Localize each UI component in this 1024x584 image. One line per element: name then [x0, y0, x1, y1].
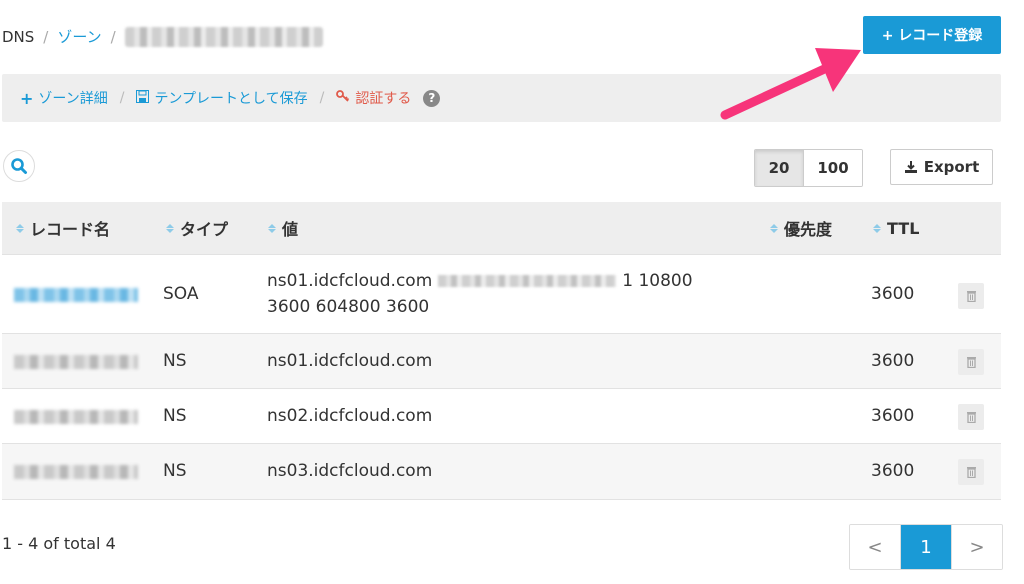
- header-type-label: タイプ: [180, 220, 229, 239]
- record-value: ns01.idcfcloud.com 1 10800 3600 604800 36…: [267, 268, 747, 320]
- table-row: NS ns01.idcfcloud.com 3600: [2, 333, 1001, 389]
- record-type: NS: [163, 351, 187, 371]
- record-ttl: 3600: [871, 351, 915, 371]
- pagination-summary: 1 - 4 of total 4: [2, 534, 116, 553]
- record-ttl: 3600: [871, 284, 915, 304]
- plus-icon: +: [20, 88, 34, 108]
- zone-detail-label: ゾーン詳細: [38, 91, 108, 107]
- record-value-part: 3600 604800 3600: [267, 297, 430, 317]
- record-type: SOA: [163, 284, 199, 304]
- breadcrumb-zone[interactable]: ゾーン: [57, 26, 101, 47]
- sort-icon: [873, 223, 881, 233]
- header-record-name[interactable]: レコード名: [16, 202, 110, 254]
- delete-record-button[interactable]: [958, 404, 984, 430]
- header-record-name-label: レコード名: [30, 220, 111, 239]
- header-value[interactable]: 値: [268, 202, 298, 254]
- header-priority-label: 優先度: [784, 220, 833, 239]
- table-row: SOA ns01.idcfcloud.com 1 10800 3600 60480…: [2, 254, 1001, 334]
- record-name-redacted[interactable]: [14, 465, 138, 479]
- record-name-redacted[interactable]: [14, 288, 138, 302]
- next-page-button[interactable]: >: [951, 525, 1002, 569]
- record-value-redacted: [438, 275, 617, 287]
- sort-icon: [16, 223, 24, 233]
- page-size-toggle: 20 100: [754, 149, 863, 187]
- add-record-button[interactable]: + レコード登録: [863, 16, 1001, 54]
- floppy-icon: [136, 89, 150, 107]
- header-type[interactable]: タイプ: [166, 202, 228, 254]
- header-ttl[interactable]: TTL: [873, 202, 919, 254]
- authenticate-link[interactable]: 認証する: [336, 88, 411, 108]
- trash-icon: [966, 467, 976, 478]
- delete-record-button[interactable]: [958, 283, 984, 309]
- delete-record-button[interactable]: [958, 349, 984, 375]
- export-label: Export: [923, 158, 980, 176]
- annotation-arrow-icon: [720, 48, 861, 120]
- sort-icon: [770, 223, 778, 233]
- action-separator: /: [319, 90, 325, 106]
- record-ttl: 3600: [871, 406, 915, 426]
- trash-icon: [966, 291, 976, 302]
- key-icon: [336, 89, 350, 107]
- breadcrumb-zone-name-redacted: [124, 26, 323, 47]
- page-size-20[interactable]: 20: [755, 150, 804, 186]
- action-separator: /: [119, 90, 125, 106]
- record-value-part: ns01.idcfcloud.com: [267, 271, 433, 291]
- table-header: レコード名 タイプ 値 優先度 TTL: [2, 202, 1001, 254]
- delete-record-button[interactable]: [958, 459, 984, 485]
- header-value-label: 値: [282, 220, 299, 239]
- record-value: ns03.idcfcloud.com: [267, 461, 433, 481]
- help-icon[interactable]: ?: [423, 89, 441, 107]
- breadcrumb-separator: /: [43, 27, 49, 46]
- table-row: NS ns02.idcfcloud.com 3600: [2, 388, 1001, 444]
- zone-detail-link[interactable]: + ゾーン詳細: [20, 88, 108, 108]
- sort-icon: [166, 223, 174, 233]
- pagination: < 1 >: [849, 524, 1003, 570]
- record-value-part: 1 10800: [622, 271, 693, 291]
- record-type: NS: [163, 406, 187, 426]
- record-value: ns01.idcfcloud.com: [267, 351, 433, 371]
- authenticate-label: 認証する: [355, 91, 412, 107]
- save-template-label: テンプレートとして保存: [154, 91, 308, 107]
- record-name-redacted[interactable]: [14, 410, 138, 424]
- table-row: NS ns03.idcfcloud.com 3600: [2, 443, 1001, 500]
- prev-page-button[interactable]: <: [850, 525, 901, 569]
- trash-icon: [966, 412, 976, 423]
- search-icon: [11, 158, 27, 174]
- breadcrumb: DNS / ゾーン /: [2, 26, 323, 47]
- save-template-link[interactable]: テンプレートとして保存: [136, 88, 308, 108]
- header-priority[interactable]: 優先度: [770, 202, 832, 254]
- breadcrumb-dns[interactable]: DNS: [2, 28, 34, 46]
- breadcrumb-separator: /: [110, 27, 116, 46]
- search-button[interactable]: [3, 150, 35, 182]
- record-type: NS: [163, 461, 187, 481]
- page-size-100[interactable]: 100: [804, 150, 862, 186]
- trash-icon: [966, 357, 976, 368]
- record-name-redacted[interactable]: [14, 355, 138, 369]
- header-ttl-label: TTL: [887, 218, 920, 238]
- export-button[interactable]: Export: [890, 149, 993, 185]
- current-page-button[interactable]: 1: [901, 525, 951, 569]
- record-value: ns02.idcfcloud.com: [267, 406, 433, 426]
- sort-icon: [268, 223, 276, 233]
- record-ttl: 3600: [871, 461, 915, 481]
- add-record-label: + レコード登録: [881, 28, 983, 44]
- download-icon: [904, 161, 917, 173]
